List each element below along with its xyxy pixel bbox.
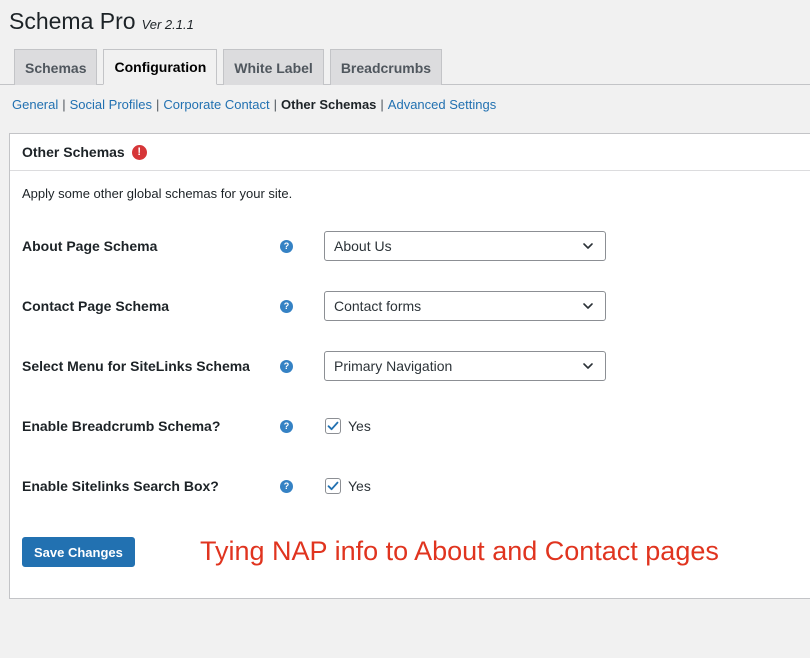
annotation-text: Tying NAP info to About and Contact page… xyxy=(200,536,719,566)
other-schemas-panel: Other Schemas ! Apply some other global … xyxy=(9,133,810,599)
checkmark-icon xyxy=(327,421,339,431)
breadcrumb-schema-checkbox[interactable] xyxy=(325,418,341,434)
subnav-other-schemas-current: Other Schemas xyxy=(281,97,377,112)
panel-description: Apply some other global schemas for your… xyxy=(22,186,293,201)
breadcrumb-checkbox-group: Yes xyxy=(324,418,371,434)
sitelinks-menu-select[interactable]: Primary Navigation xyxy=(324,351,606,381)
chevron-down-icon xyxy=(583,243,593,249)
sitelinks-search-checkbox[interactable] xyxy=(325,478,341,494)
field-label: Contact Page Schema xyxy=(22,298,170,314)
exclamation-circle-icon: ! xyxy=(131,144,147,160)
field-label: Enable Sitelinks Search Box? xyxy=(22,478,219,494)
tab-configuration[interactable]: Configuration xyxy=(103,49,218,85)
select-value: About Us xyxy=(334,238,392,254)
panel-title: Other Schemas xyxy=(22,144,125,160)
field-breadcrumb-schema: Enable Breadcrumb Schema? ? Yes xyxy=(22,411,642,441)
question-circle-icon[interactable]: ? xyxy=(280,239,293,253)
chevron-down-icon xyxy=(583,303,593,309)
field-contact-page-schema: Contact Page Schema ? Contact forms xyxy=(22,291,642,321)
app-title: Schema Pro xyxy=(9,8,136,34)
sitelinks-checkbox-group: Yes xyxy=(324,478,371,494)
field-sitelinks-menu: Select Menu for SiteLinks Schema ? Prima… xyxy=(22,351,642,381)
subnav-advanced-settings-link[interactable]: Advanced Settings xyxy=(388,97,496,112)
subnav-social-profiles-link[interactable]: Social Profiles xyxy=(70,97,152,112)
sub-navigation: General | Social Profiles | Corporate Contac… xyxy=(12,97,496,112)
question-circle-icon[interactable]: ? xyxy=(280,359,293,373)
checkmark-icon xyxy=(327,481,339,491)
field-about-page-schema: About Page Schema ? About Us xyxy=(22,231,642,261)
field-sitelinks-search-box: Enable Sitelinks Search Box? ? Yes xyxy=(22,471,642,501)
field-label: About Page Schema xyxy=(22,238,158,254)
subnav-corporate-contact-link[interactable]: Corporate Contact xyxy=(163,97,269,112)
contact-page-select[interactable]: Contact forms xyxy=(324,291,606,321)
title-row: Schema Pro Ver 2.1.1 xyxy=(9,8,194,35)
tab-breadcrumbs[interactable]: Breadcrumbs xyxy=(329,49,443,85)
tab-white-label[interactable]: White Label xyxy=(223,49,324,85)
question-circle-icon[interactable]: ? xyxy=(280,419,293,433)
question-circle-icon[interactable]: ? xyxy=(280,479,293,493)
checkbox-label: Yes xyxy=(348,478,371,494)
nav-tabs: Schemas Configuration White Label Breadc… xyxy=(14,49,448,85)
subnav-separator: | xyxy=(273,97,278,112)
select-value: Primary Navigation xyxy=(334,358,453,374)
field-label: Enable Breadcrumb Schema? xyxy=(22,418,221,434)
tab-schemas[interactable]: Schemas xyxy=(14,49,98,85)
subnav-separator: | xyxy=(380,97,384,112)
question-circle-icon[interactable]: ? xyxy=(280,299,293,313)
checkbox-label: Yes xyxy=(348,418,371,434)
version-label: Ver 2.1.1 xyxy=(141,17,194,32)
subnav-general-link[interactable]: General xyxy=(12,97,58,112)
select-value: Contact forms xyxy=(334,298,422,314)
subnav-separator: | xyxy=(156,97,160,112)
field-label: Select Menu for SiteLinks Schema xyxy=(22,358,250,374)
panel-header: Other Schemas ! xyxy=(10,134,810,171)
subnav-separator: | xyxy=(62,97,66,112)
about-page-select[interactable]: About Us xyxy=(324,231,606,261)
chevron-down-icon xyxy=(583,363,593,369)
save-changes-button[interactable]: Save Changes xyxy=(22,537,135,567)
